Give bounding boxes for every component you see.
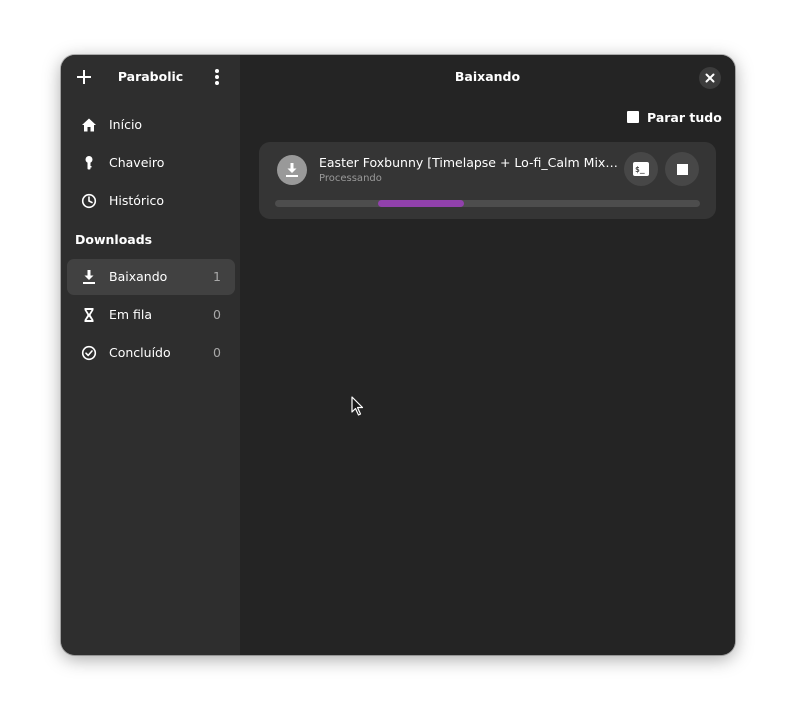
- download-icon: [286, 163, 298, 177]
- clock-icon: [81, 193, 97, 209]
- sidebar-item-home[interactable]: Início: [67, 107, 235, 143]
- sidebar-item-keyring[interactable]: Chaveiro: [67, 145, 235, 181]
- stop-icon: [627, 111, 639, 123]
- add-download-button[interactable]: [74, 67, 94, 87]
- sidebar-item-count: 1: [213, 269, 221, 284]
- app-title: Parabolic: [117, 69, 184, 84]
- download-icon: [83, 270, 95, 284]
- more-vertical-icon: [215, 69, 219, 85]
- progress-indeterminate-pulse: [378, 200, 464, 207]
- stop-all-label: Parar tudo: [647, 110, 722, 125]
- show-log-button[interactable]: $_: [624, 152, 658, 186]
- downloads-section-title: Downloads: [75, 232, 153, 247]
- terminal-icon: $_: [633, 162, 649, 176]
- download-status-icon: [277, 155, 307, 185]
- close-icon: [705, 73, 715, 83]
- stop-icon: [676, 163, 688, 175]
- sidebar-item-history[interactable]: Histórico: [67, 183, 235, 219]
- download-title: Easter Foxbunny [Timelapse + Lo-fi_Calm …: [319, 155, 619, 170]
- download-status: Processando: [319, 173, 382, 184]
- main-content: Baixando Parar tudo Easter Foxbunny [Tim…: [240, 55, 735, 655]
- sidebar-item-label: Baixando: [109, 269, 168, 284]
- page-title: Baixando: [454, 69, 521, 84]
- svg-text:$_: $_: [635, 165, 645, 174]
- main-menu-button[interactable]: [207, 67, 227, 87]
- sidebar-header: Parabolic: [61, 55, 240, 101]
- sidebar-item-label: Concluído: [109, 345, 171, 360]
- hourglass-icon: [84, 308, 94, 322]
- sidebar-item-count: 0: [213, 345, 221, 360]
- download-row: Easter Foxbunny [Timelapse + Lo-fi_Calm …: [259, 142, 716, 219]
- sidebar-item-count: 0: [213, 307, 221, 322]
- sidebar-item-downloading[interactable]: Baixando 1: [67, 259, 235, 295]
- home-icon: [82, 118, 96, 132]
- sidebar-item-label: Em fila: [109, 307, 153, 322]
- sidebar-item-label: Início: [109, 117, 143, 132]
- mouse-cursor-icon: [351, 396, 364, 416]
- key-icon: [85, 156, 93, 170]
- sidebar-item-label: Histórico: [109, 193, 165, 208]
- download-progress-bar: [275, 200, 700, 207]
- app-window: Parabolic Início Chaveiro Histórico Down…: [61, 55, 735, 655]
- stop-download-button[interactable]: [665, 152, 699, 186]
- sidebar-item-label: Chaveiro: [109, 155, 165, 170]
- sidebar-item-queued[interactable]: Em fila 0: [67, 297, 235, 333]
- plus-icon: [77, 70, 91, 84]
- check-circle-icon: [81, 345, 97, 361]
- sidebar-item-completed[interactable]: Concluído 0: [67, 335, 235, 371]
- close-window-button[interactable]: [699, 67, 721, 89]
- sidebar: Parabolic Início Chaveiro Histórico Down…: [61, 55, 240, 655]
